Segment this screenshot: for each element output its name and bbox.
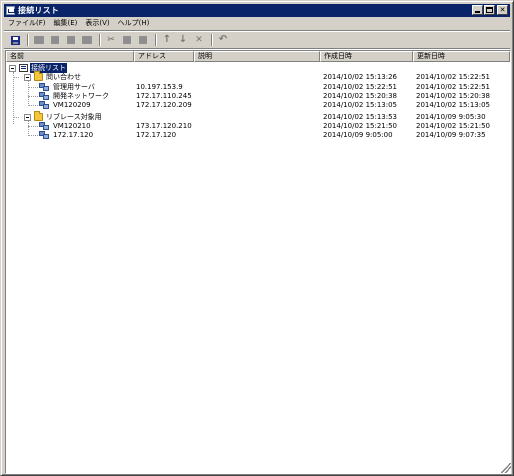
save-button[interactable] [8, 34, 22, 47]
folder-icon [34, 111, 43, 121]
save-icon [10, 35, 20, 45]
copy-icon [67, 36, 75, 44]
toolbar-separator [27, 34, 29, 46]
row-updated: 2014/10/09 9:07:35 [416, 131, 486, 139]
up-arrow-icon: ↑ [162, 34, 172, 45]
toolbar-separator [211, 34, 213, 46]
toolbar: ✂ ↑ ↓ ✕ ↶ [4, 32, 510, 48]
copy-button[interactable] [64, 34, 78, 47]
toolbar-separator [99, 34, 101, 46]
undo-icon: ↶ [218, 34, 228, 45]
row-address: 172.17.120.209 [136, 101, 192, 109]
resize-grip-icon[interactable] [501, 463, 511, 473]
maximize-icon [486, 7, 493, 13]
row-name: 問い合わせ [46, 73, 81, 81]
tree-item-row[interactable]: VM120209 172.17.120.209 2014/10/02 15:13… [6, 100, 510, 110]
search-button[interactable] [48, 34, 62, 47]
row-created: 2014/10/02 15:13:05 [323, 101, 398, 109]
connect-icon [34, 36, 44, 44]
delete-button[interactable]: ✕ [192, 34, 206, 47]
row-updated: 2014/10/02 15:13:05 [416, 101, 491, 109]
network-computer-icon [39, 101, 49, 110]
move-up-button[interactable]: ↑ [160, 34, 174, 47]
window-title: 接続リスト [18, 6, 59, 15]
toolbar-separator [155, 34, 157, 46]
minimize-icon [475, 11, 480, 13]
menu-help[interactable]: ヘルプ(H) [118, 18, 150, 28]
title-bar[interactable]: 接続リスト ✕ [4, 4, 510, 17]
collapse-icon[interactable] [24, 114, 31, 121]
column-header-description[interactable]: 説明 [194, 51, 320, 62]
column-header-name[interactable]: 名前 [6, 51, 134, 62]
column-header-address[interactable]: アドレス [134, 51, 194, 62]
column-header-updated[interactable]: 更新日時 [413, 51, 510, 62]
move-down-button[interactable]: ↓ [176, 34, 190, 47]
copy-item-icon [123, 36, 131, 44]
properties-button[interactable] [80, 34, 94, 47]
tree-group-row[interactable]: 問い合わせ 2014/10/02 15:13:26 2014/10/02 15:… [6, 71, 510, 82]
app-list-icon [6, 6, 15, 15]
down-arrow-icon: ↓ [178, 34, 188, 45]
folder-icon [34, 71, 43, 81]
close-icon: ✕ [499, 5, 506, 14]
cut-icon: ✂ [107, 34, 115, 45]
properties-icon [82, 36, 92, 44]
collapse-icon[interactable] [9, 65, 16, 72]
row-created: 2014/10/09 9:05:00 [323, 131, 393, 139]
row-name: VM120209 [53, 101, 91, 109]
tree-item-row[interactable]: 172.17.120 172.17.120 2014/10/09 9:05:00… [6, 130, 510, 140]
row-updated: 2014/10/02 15:22:51 [416, 73, 491, 81]
caption-buttons: ✕ [471, 5, 508, 15]
cut-button[interactable]: ✂ [104, 34, 118, 47]
app-window: 接続リスト ✕ ファイル(F) 編集(E) 表示(V) ヘルプ(H) ✂ ↑ ↓… [0, 0, 514, 476]
delete-icon: ✕ [195, 34, 203, 45]
row-created: 2014/10/02 15:13:26 [323, 73, 398, 81]
collapse-icon[interactable] [24, 74, 31, 81]
paste-button[interactable] [136, 34, 150, 47]
paste-icon [139, 36, 147, 44]
column-header-created[interactable]: 作成日時 [320, 51, 413, 62]
menu-edit[interactable]: 編集(E) [54, 18, 78, 28]
search-icon [51, 36, 59, 44]
connection-list-icon [19, 64, 28, 72]
menu-bar: ファイル(F) 編集(E) 表示(V) ヘルプ(H) [4, 17, 510, 29]
menu-view[interactable]: 表示(V) [85, 18, 109, 28]
copy-item-button[interactable] [120, 34, 134, 47]
menu-file[interactable]: ファイル(F) [8, 18, 46, 28]
undo-button[interactable]: ↶ [216, 34, 230, 47]
column-header-row: 名前 アドレス 説明 作成日時 更新日時 [6, 51, 510, 62]
network-computer-icon [39, 131, 49, 140]
close-button[interactable]: ✕ [497, 5, 508, 15]
minimize-button[interactable] [472, 5, 483, 15]
maximize-button[interactable] [484, 5, 495, 15]
row-name: 172.17.120 [53, 131, 94, 139]
connection-list-view[interactable]: 名前 アドレス 説明 作成日時 更新日時 接続リスト 問い合わせ 2014/10… [5, 50, 511, 474]
row-address: 172.17.120 [136, 131, 177, 139]
connect-button[interactable] [32, 34, 46, 47]
